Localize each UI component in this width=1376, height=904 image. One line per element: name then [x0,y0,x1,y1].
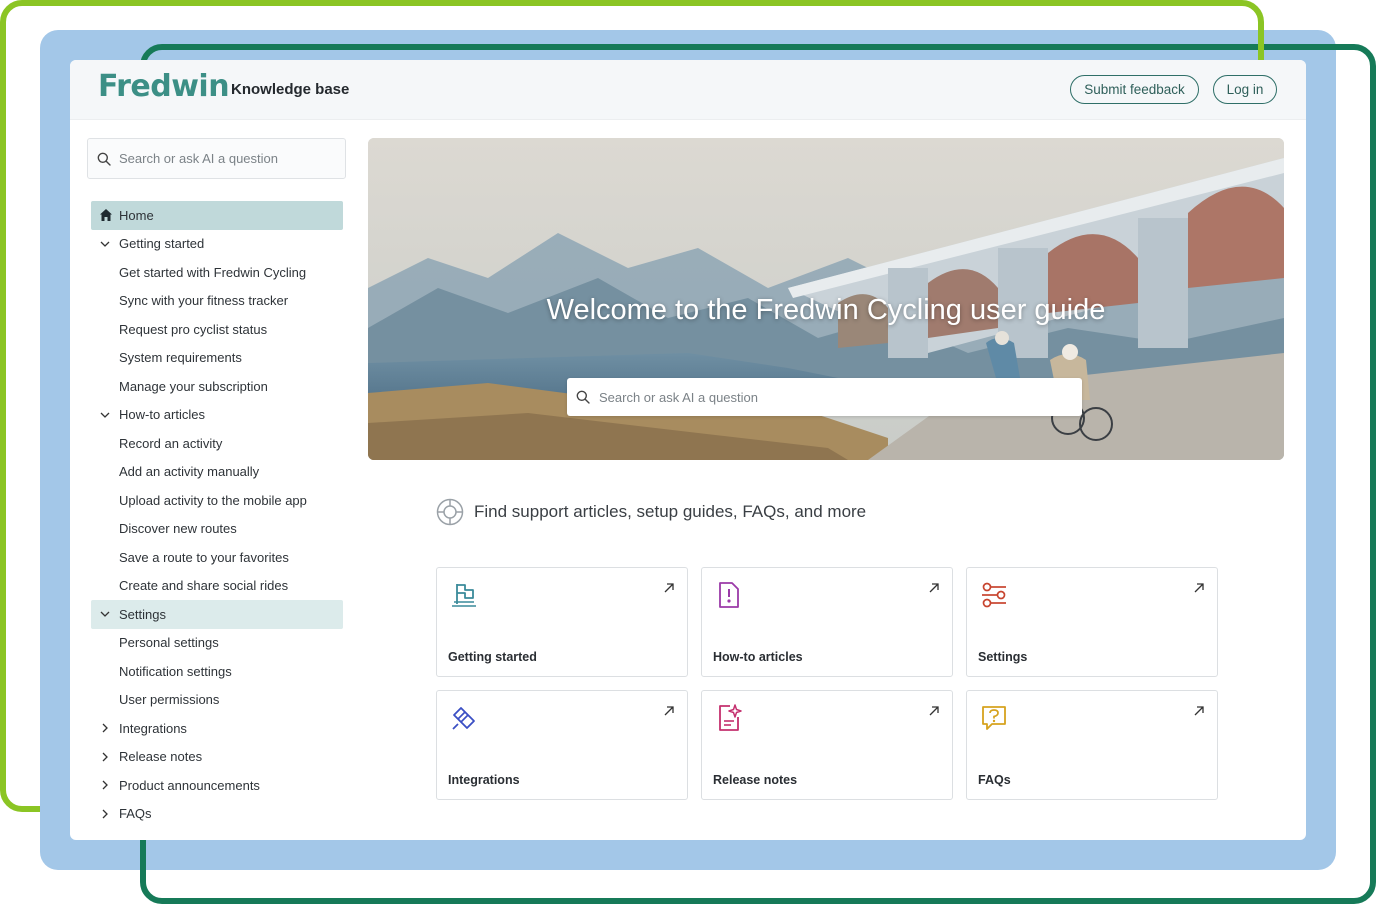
sidebar-item-user-permissions[interactable]: User permissions [91,686,343,715]
sidebar-item-label: User permissions [119,692,220,708]
sidebar-item-label: Discover new routes [119,521,237,537]
app-window: Fredwin Knowledge base Submit feedback L… [70,60,1306,840]
card-integrations[interactable]: Integrations [436,690,688,800]
chevron-down-icon [100,611,110,617]
sidebar-item-label: Save a route to your favorites [119,549,289,565]
card-label: FAQs [978,773,1011,787]
hero-search[interactable] [567,378,1082,416]
sidebar-item-notification-settings[interactable]: Notification settings [91,657,343,686]
hero-banner: Welcome to the Fredwin Cycling user guid… [368,138,1284,460]
card-label: Integrations [448,773,520,787]
sidebar-item-home[interactable]: Home [91,201,343,230]
sidebar-item-save-route[interactable]: Save a route to your favorites [91,543,343,572]
sidebar-item-label: Integrations [119,720,187,736]
sidebar-item-label: Personal settings [119,635,219,651]
sidebar-item-faqs[interactable]: FAQs [91,800,343,829]
sidebar-item-product-announcements[interactable]: Product announcements [91,771,343,800]
arrow-up-right-icon [1194,706,1204,716]
hero-search-input[interactable] [599,389,1069,405]
lifebuoy-icon [436,498,464,526]
search-icon [97,152,111,166]
sidebar-item-system-requirements[interactable]: System requirements [91,344,343,373]
card-label: How-to articles [713,650,803,664]
sidebar-item-label: Sync with your fitness tracker [119,293,289,309]
support-intro: Find support articles, setup guides, FAQ… [436,498,866,526]
sidebar-item-label: Settings [119,606,166,622]
arrow-up-right-icon [664,706,674,716]
card-getting-started[interactable]: Getting started [436,567,688,677]
chevron-right-icon [102,723,108,733]
sidebar-nav: Home Getting started Get started with Fr… [91,201,343,828]
card-label: Getting started [448,650,537,664]
sidebar-search-input[interactable] [119,151,339,166]
question-chat-icon [982,706,1006,730]
sidebar-item-integrations[interactable]: Integrations [91,714,343,743]
brand-logo[interactable]: Fredwin [98,69,230,104]
sidebar-item-get-started-with-fredwin[interactable]: Get started with Fredwin Cycling [91,258,343,287]
chevron-right-icon [102,809,108,818]
chevron-right-icon [102,780,108,790]
sidebar-item-label: Record an activity [119,435,223,451]
sidebar-item-manage-subscription[interactable]: Manage your subscription [91,372,343,401]
card-settings[interactable]: Settings [966,567,1218,677]
sidebar-item-sync-fitness-tracker[interactable]: Sync with your fitness tracker [91,287,343,316]
arrow-up-right-icon [664,583,674,593]
sidebar-item-label: Notification settings [119,663,232,679]
sidebar-item-release-notes[interactable]: Release notes [91,743,343,772]
sidebar-item-label: Upload activity to the mobile app [119,492,307,508]
sidebar-item-discover-routes[interactable]: Discover new routes [91,515,343,544]
submit-feedback-button[interactable]: Submit feedback [1070,75,1199,104]
sidebar-item-personal-settings[interactable]: Personal settings [91,629,343,658]
card-release-notes[interactable]: Release notes [701,690,953,800]
sliders-icon [982,582,1006,608]
support-text: Find support articles, setup guides, FAQ… [474,502,867,521]
sidebar-item-request-pro-status[interactable]: Request pro cyclist status [91,315,343,344]
sidebar-item-how-to-articles[interactable]: How-to articles [91,401,343,430]
chevron-down-icon [100,241,110,247]
sidebar-item-label: Manage your subscription [119,378,268,394]
sidebar-item-label: Product announcements [119,777,260,793]
home-icon [100,209,112,221]
chevron-right-icon [102,752,108,761]
plug-icon [452,707,475,730]
document-sparkle-icon [719,704,742,731]
arrow-up-right-icon [929,583,939,593]
sidebar-item-label: Add an activity manually [119,464,260,480]
card-label: Settings [978,650,1028,664]
card-how-to-articles[interactable]: How-to articles [701,567,953,677]
search-icon [576,390,590,404]
sidebar-item-upload-activity[interactable]: Upload activity to the mobile app [91,486,343,515]
chevron-down-icon [100,412,110,418]
card-label: Release notes [713,773,798,787]
card-faqs[interactable]: FAQs [966,690,1218,800]
sidebar-item-label: Get started with Fredwin Cycling [119,264,307,280]
sidebar-item-record-activity[interactable]: Record an activity [91,429,343,458]
hero-title: Welcome to the Fredwin Cycling user guid… [546,294,1106,326]
decorative-frame-green-overlap [1258,30,1264,60]
sidebar-item-settings[interactable]: Settings [91,600,343,629]
arrow-up-right-icon [1194,583,1204,593]
login-button[interactable]: Log in [1213,75,1277,104]
header: Fredwin Knowledge base Submit feedback L… [70,60,1306,120]
document-info-icon [719,582,739,608]
sidebar-item-label: Home [119,207,154,223]
sidebar-item-label: Release notes [119,749,203,765]
sidebar-item-add-activity-manually[interactable]: Add an activity manually [91,458,343,487]
sidebar-item-label: FAQs [119,806,152,822]
sidebar-item-label: Request pro cyclist status [119,321,268,337]
flag-icon [452,584,476,607]
sidebar-item-getting-started[interactable]: Getting started [91,230,343,259]
sidebar-item-label: Create and share social rides [119,578,289,594]
sidebar-item-label: Getting started [119,236,205,252]
arrow-up-right-icon [929,706,939,716]
sidebar-item-social-rides[interactable]: Create and share social rides [91,572,343,601]
sidebar-item-label: How-to articles [119,407,205,423]
brand-subtitle: Knowledge base [231,81,350,98]
sidebar-search[interactable] [87,138,346,179]
sidebar-item-label: System requirements [119,350,242,366]
